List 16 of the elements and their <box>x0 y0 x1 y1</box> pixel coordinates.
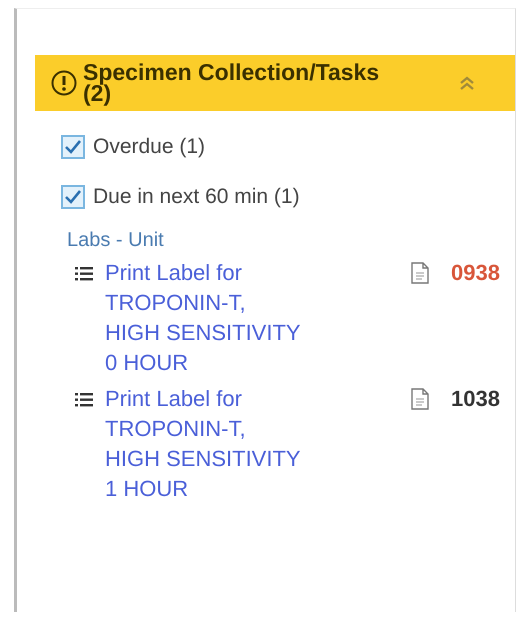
document-icon[interactable] <box>411 388 429 410</box>
alert-icon <box>51 70 77 96</box>
panel-header[interactable]: Specimen Collection/Tasks (2) <box>35 55 515 111</box>
due-time: 1038 <box>451 385 500 413</box>
document-icon[interactable] <box>411 262 429 284</box>
due-time: 0938 <box>451 259 500 287</box>
task-link[interactable]: Print Label for TROPONIN-T, HIGH SENSITIVITY 1 HOUR <box>105 384 305 504</box>
filter-label: Due in next 60 min (1) <box>93 185 300 209</box>
filter-label: Overdue (1) <box>93 135 206 159</box>
panel-title: Specimen Collection/Tasks (2) <box>83 62 380 104</box>
list-icon[interactable] <box>75 392 93 408</box>
group-label: Labs - Unit <box>67 229 165 252</box>
checkbox[interactable] <box>61 185 85 209</box>
list-icon[interactable] <box>75 266 93 282</box>
checkbox[interactable] <box>61 135 85 159</box>
task-link[interactable]: Print Label for TROPONIN-T, HIGH SENSITIVITY 0 HOUR <box>105 258 305 378</box>
